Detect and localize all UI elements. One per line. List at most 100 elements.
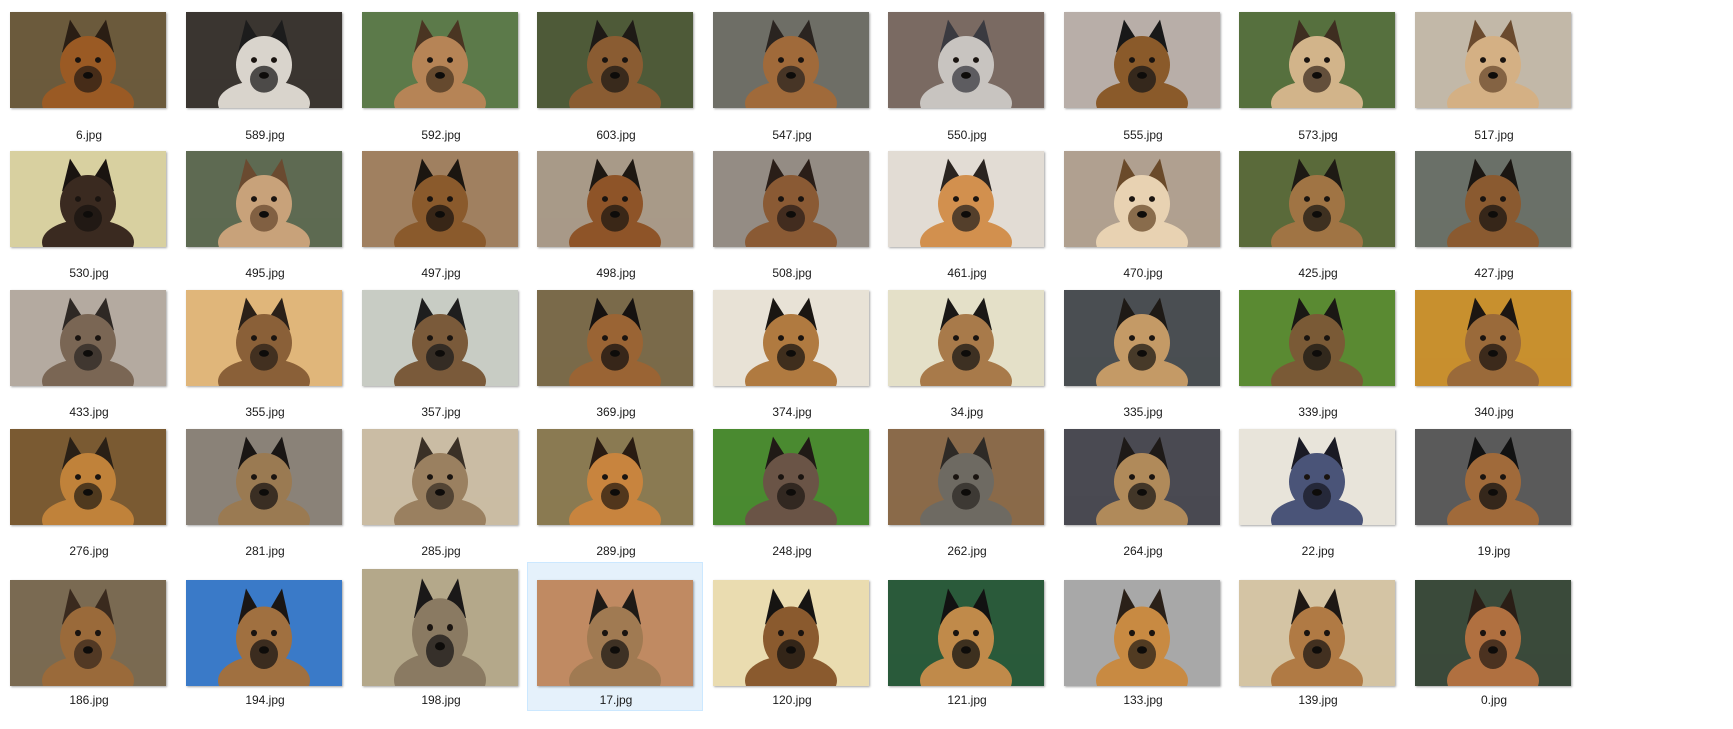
file-thumbnail[interactable] bbox=[186, 12, 342, 108]
file-item[interactable]: 19.jpg bbox=[1405, 419, 1581, 569]
file-thumbnail[interactable] bbox=[186, 290, 342, 386]
file-item[interactable]: 427.jpg bbox=[1405, 141, 1581, 291]
file-thumbnail[interactable] bbox=[713, 151, 869, 247]
file-item[interactable]: 369.jpg bbox=[527, 280, 703, 430]
file-thumbnail[interactable] bbox=[10, 290, 166, 386]
file-item[interactable]: 470.jpg bbox=[1054, 141, 1230, 291]
file-item[interactable]: 0.jpg bbox=[1405, 561, 1581, 711]
file-item[interactable]: 198.jpg bbox=[352, 561, 528, 711]
file-thumbnail[interactable] bbox=[362, 12, 518, 108]
file-item[interactable]: 357.jpg bbox=[352, 280, 528, 430]
file-thumbnail[interactable] bbox=[713, 580, 869, 686]
file-item[interactable]: 555.jpg bbox=[1054, 2, 1230, 152]
file-thumbnail[interactable] bbox=[713, 12, 869, 108]
file-item[interactable]: 281.jpg bbox=[176, 419, 352, 569]
file-thumbnail[interactable] bbox=[1415, 151, 1571, 247]
file-thumbnail[interactable] bbox=[537, 580, 693, 686]
dog-photo bbox=[1239, 580, 1395, 686]
file-thumbnail[interactable] bbox=[362, 429, 518, 525]
file-item[interactable]: 194.jpg bbox=[176, 561, 352, 711]
file-thumbnail[interactable] bbox=[362, 290, 518, 386]
file-item[interactable]: 186.jpg bbox=[0, 561, 176, 711]
file-thumbnail[interactable] bbox=[186, 429, 342, 525]
file-item[interactable]: 517.jpg bbox=[1405, 2, 1581, 152]
file-name-label: 592.jpg bbox=[421, 128, 461, 142]
file-thumbnail[interactable] bbox=[888, 12, 1044, 108]
file-thumbnail[interactable] bbox=[537, 290, 693, 386]
file-item[interactable]: 547.jpg bbox=[703, 2, 879, 152]
file-item[interactable]: 355.jpg bbox=[176, 280, 352, 430]
file-item[interactable]: 34.jpg bbox=[878, 280, 1054, 430]
file-thumbnail[interactable] bbox=[888, 580, 1044, 686]
file-thumbnail[interactable] bbox=[888, 151, 1044, 247]
dog-photo bbox=[186, 580, 342, 686]
file-name-label: 22.jpg bbox=[1301, 544, 1335, 558]
file-item[interactable]: 433.jpg bbox=[0, 280, 176, 430]
file-name-label: 139.jpg bbox=[1298, 693, 1338, 707]
file-item[interactable]: 139.jpg bbox=[1229, 561, 1405, 711]
file-name-label: 508.jpg bbox=[772, 266, 812, 280]
file-thumbnail[interactable] bbox=[10, 429, 166, 525]
file-name-label: 470.jpg bbox=[1123, 266, 1163, 280]
file-thumbnail[interactable] bbox=[10, 580, 166, 686]
file-thumbnail[interactable] bbox=[1239, 12, 1395, 108]
file-thumbnail[interactable] bbox=[1239, 429, 1395, 525]
file-thumbnail[interactable] bbox=[1415, 290, 1571, 386]
file-thumbnail[interactable] bbox=[888, 429, 1044, 525]
file-item[interactable]: 603.jpg bbox=[527, 2, 703, 152]
file-item[interactable]: 550.jpg bbox=[878, 2, 1054, 152]
file-thumbnail[interactable] bbox=[1064, 580, 1220, 686]
file-item[interactable]: 335.jpg bbox=[1054, 280, 1230, 430]
dog-photo bbox=[1064, 12, 1220, 108]
file-item[interactable]: 530.jpg bbox=[0, 141, 176, 291]
dog-photo bbox=[888, 580, 1044, 686]
file-item[interactable]: 498.jpg bbox=[527, 141, 703, 291]
file-item[interactable]: 289.jpg bbox=[527, 419, 703, 569]
file-thumbnail[interactable] bbox=[1064, 12, 1220, 108]
file-item[interactable]: 495.jpg bbox=[176, 141, 352, 291]
file-item[interactable]: 461.jpg bbox=[878, 141, 1054, 291]
file-item[interactable]: 592.jpg bbox=[352, 2, 528, 152]
file-thumbnail[interactable] bbox=[713, 429, 869, 525]
file-thumbnail[interactable] bbox=[362, 151, 518, 247]
file-item[interactable]: 17.jpg bbox=[527, 562, 703, 711]
file-item[interactable]: 133.jpg bbox=[1054, 561, 1230, 711]
file-thumbnail[interactable] bbox=[1239, 580, 1395, 686]
file-item[interactable]: 276.jpg bbox=[0, 419, 176, 569]
file-thumbnail[interactable] bbox=[888, 290, 1044, 386]
file-item[interactable]: 339.jpg bbox=[1229, 280, 1405, 430]
file-item[interactable]: 508.jpg bbox=[703, 141, 879, 291]
file-item[interactable]: 285.jpg bbox=[352, 419, 528, 569]
file-thumbnail[interactable] bbox=[186, 151, 342, 247]
file-item[interactable]: 589.jpg bbox=[176, 2, 352, 152]
file-thumbnail[interactable] bbox=[1415, 429, 1571, 525]
file-item[interactable]: 22.jpg bbox=[1229, 419, 1405, 569]
file-name-label: 589.jpg bbox=[245, 128, 285, 142]
file-thumbnail[interactable] bbox=[537, 12, 693, 108]
file-item[interactable]: 120.jpg bbox=[703, 561, 879, 711]
file-thumbnail[interactable] bbox=[537, 151, 693, 247]
file-thumbnail[interactable] bbox=[186, 580, 342, 686]
file-item[interactable]: 374.jpg bbox=[703, 280, 879, 430]
file-thumbnail[interactable] bbox=[1239, 151, 1395, 247]
file-thumbnail[interactable] bbox=[10, 12, 166, 108]
file-item[interactable]: 6.jpg bbox=[0, 2, 176, 152]
file-thumbnail[interactable] bbox=[10, 151, 166, 247]
file-item[interactable]: 248.jpg bbox=[703, 419, 879, 569]
file-thumbnail[interactable] bbox=[1415, 12, 1571, 108]
file-thumbnail[interactable] bbox=[537, 429, 693, 525]
file-thumbnail[interactable] bbox=[713, 290, 869, 386]
file-thumbnail[interactable] bbox=[1064, 429, 1220, 525]
file-item[interactable]: 264.jpg bbox=[1054, 419, 1230, 569]
file-thumbnail[interactable] bbox=[1239, 290, 1395, 386]
file-item[interactable]: 262.jpg bbox=[878, 419, 1054, 569]
file-thumbnail[interactable] bbox=[1064, 151, 1220, 247]
file-thumbnail[interactable] bbox=[362, 569, 518, 686]
file-item[interactable]: 573.jpg bbox=[1229, 2, 1405, 152]
file-item[interactable]: 497.jpg bbox=[352, 141, 528, 291]
file-item[interactable]: 121.jpg bbox=[878, 561, 1054, 711]
file-thumbnail[interactable] bbox=[1064, 290, 1220, 386]
file-item[interactable]: 340.jpg bbox=[1405, 280, 1581, 430]
file-thumbnail[interactable] bbox=[1415, 580, 1571, 686]
file-item[interactable]: 425.jpg bbox=[1229, 141, 1405, 291]
